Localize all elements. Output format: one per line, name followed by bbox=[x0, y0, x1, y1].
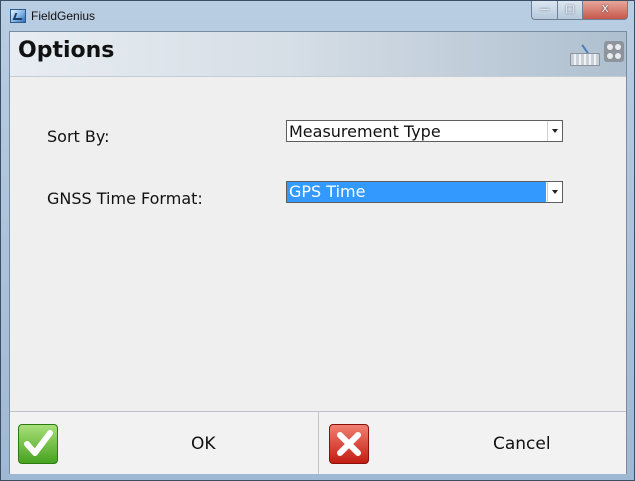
dialog-body: Options Sort By: Measurement Type GNSS T… bbox=[9, 31, 627, 474]
window-title: FieldGenius bbox=[31, 9, 96, 23]
chevron-down-icon[interactable] bbox=[547, 121, 562, 141]
chevron-down-icon[interactable] bbox=[547, 182, 562, 202]
grid-dot bbox=[607, 44, 613, 50]
app-window: FieldGenius — □ X Options Sort By: Measu… bbox=[0, 0, 635, 481]
page-header: Options bbox=[10, 32, 626, 77]
grid-menu-icon[interactable] bbox=[604, 41, 624, 62]
cancel-button[interactable]: Cancel bbox=[318, 412, 626, 474]
title-bar[interactable]: FieldGenius — □ X bbox=[1, 1, 634, 31]
grid-dot bbox=[615, 53, 621, 59]
fieldgenius-app-icon bbox=[10, 9, 26, 23]
ok-button-label: OK bbox=[191, 434, 216, 454]
grid-dot bbox=[615, 44, 621, 50]
gnss-time-format-select[interactable]: GPS Time bbox=[286, 181, 563, 203]
footer-button-bar: OK Cancel bbox=[10, 411, 626, 474]
sort-by-select[interactable]: Measurement Type bbox=[286, 120, 563, 142]
window-controls: — □ X bbox=[531, 1, 628, 20]
cancel-button-label: Cancel bbox=[493, 434, 551, 454]
gnss-time-format-label: GNSS Time Format: bbox=[47, 189, 203, 208]
page-title: Options bbox=[18, 38, 115, 63]
close-button[interactable]: X bbox=[583, 1, 628, 20]
keyboard-keys bbox=[570, 53, 600, 66]
grid-dot bbox=[607, 53, 613, 59]
x-icon bbox=[329, 424, 369, 464]
maximize-button[interactable]: □ bbox=[558, 1, 583, 20]
checkmark-icon bbox=[18, 424, 58, 464]
minimize-button[interactable]: — bbox=[531, 1, 558, 20]
gnss-time-format-value: GPS Time bbox=[287, 182, 546, 202]
keyboard-icon[interactable] bbox=[570, 44, 600, 66]
sort-by-label: Sort By: bbox=[47, 127, 110, 146]
ok-button[interactable]: OK bbox=[10, 412, 318, 474]
sort-by-value: Measurement Type bbox=[289, 122, 441, 141]
